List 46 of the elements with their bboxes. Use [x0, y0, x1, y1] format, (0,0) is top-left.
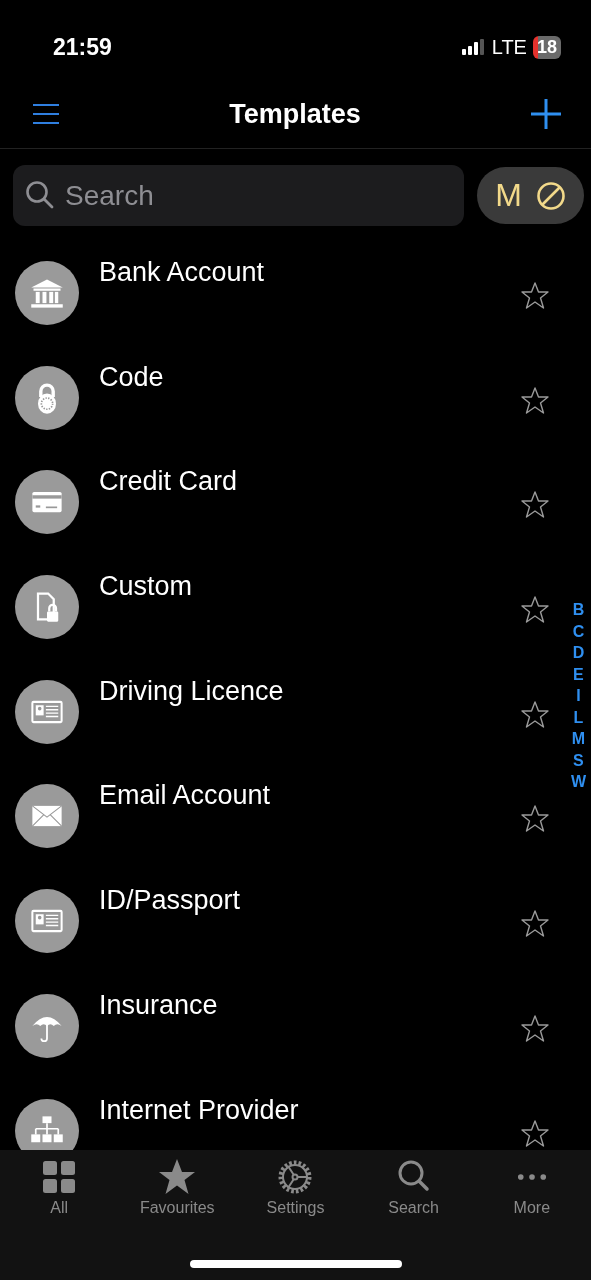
star-icon[interactable] [520, 699, 550, 730]
menu-icon[interactable] [32, 103, 60, 125]
star-icon[interactable] [520, 1118, 550, 1149]
tab-button[interactable]: More [472, 1158, 591, 1228]
star-icon[interactable] [520, 490, 550, 521]
index-letter[interactable]: W [570, 771, 586, 793]
search-field[interactable]: Search [13, 165, 464, 226]
template-name[interactable]: Driving Licence [99, 675, 520, 707]
index-letter[interactable]: C [572, 620, 585, 642]
tab-button[interactable]: All [0, 1158, 119, 1228]
template-name[interactable]: Code [99, 361, 520, 393]
clock-time: 21:59 [53, 33, 112, 61]
template-name[interactable]: Email Account [99, 780, 520, 812]
template-name[interactable]: ID/Passport [99, 885, 520, 917]
battery-indicator: 18 [532, 35, 561, 59]
star-icon[interactable] [520, 1013, 550, 1044]
template-name[interactable]: Insurance [99, 989, 520, 1021]
network-icon [15, 1098, 79, 1150]
star-icon[interactable] [520, 595, 550, 626]
template-name[interactable]: Custom [99, 571, 520, 603]
index-letter[interactable]: D [572, 642, 585, 664]
add-icon[interactable] [530, 98, 562, 130]
star-icon[interactable] [520, 281, 550, 311]
tab-button[interactable]: Favourites [118, 1158, 237, 1228]
template-name[interactable]: Internet Provider [99, 1094, 520, 1126]
signal-icon [461, 39, 486, 55]
index-letter[interactable]: E [573, 663, 584, 685]
screen-title: Templates [229, 98, 361, 130]
template-name[interactable]: Credit Card [99, 466, 520, 498]
tab-button[interactable]: Search [354, 1158, 473, 1228]
star-icon[interactable] [520, 909, 550, 940]
template-name[interactable]: Bank Account [99, 257, 520, 288]
tab-button[interactable]: Settings [236, 1158, 355, 1228]
star-icon[interactable] [520, 804, 550, 835]
network-label: LTE [491, 35, 527, 59]
index-letter[interactable]: M [571, 728, 586, 750]
filter-button[interactable]: M [477, 167, 584, 224]
star-icon[interactable] [520, 385, 550, 416]
index-letter[interactable]: B [572, 599, 585, 621]
index-letter[interactable]: S [573, 749, 584, 771]
index-letter[interactable]: L [573, 706, 584, 728]
prohibited-icon [535, 180, 566, 211]
star-icon [158, 1158, 197, 1196]
more-icon [516, 1173, 547, 1181]
index-letter[interactable]: I [576, 685, 581, 707]
search-icon [25, 180, 55, 210]
